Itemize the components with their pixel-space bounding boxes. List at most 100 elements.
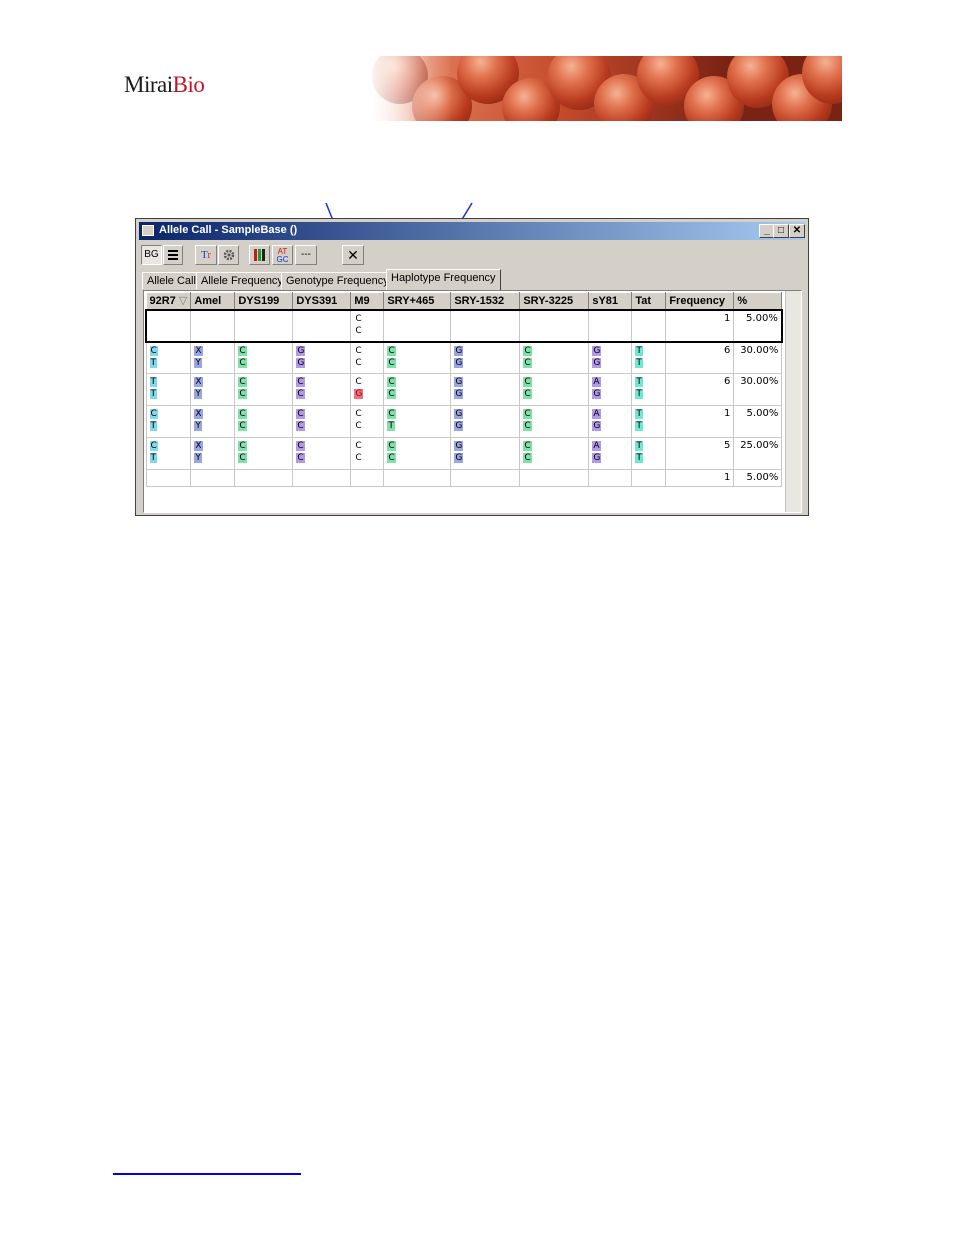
allele-cell[interactable] <box>234 308 294 343</box>
allele-cell[interactable]: TT <box>631 341 667 374</box>
allele-cell[interactable]: CT <box>383 405 452 438</box>
frequency-cell[interactable]: 6 <box>665 341 735 374</box>
allele-cell[interactable]: XY <box>190 373 236 406</box>
allele-cell[interactable]: CC <box>350 308 385 343</box>
allele-cell[interactable]: CC <box>292 405 352 438</box>
allele-cell[interactable]: CC <box>519 405 590 438</box>
color-bars-button[interactable] <box>249 245 270 265</box>
allele-cell[interactable] <box>631 469 667 487</box>
tab-haplotype-frequency[interactable]: Haplotype Frequency <box>386 269 501 290</box>
list-view-button[interactable] <box>163 245 183 265</box>
close-window-button[interactable]: ✕ <box>789 224 805 238</box>
sort-filter-icon[interactable]: ▽ <box>179 295 187 307</box>
allele-cell[interactable]: CC <box>234 341 294 374</box>
allele-cell[interactable] <box>145 308 192 343</box>
col-header-percent[interactable]: % <box>733 292 783 310</box>
col-header-amel[interactable]: Amel <box>190 292 236 310</box>
bg-toggle-button[interactable]: BG <box>141 245 162 265</box>
frequency-cell[interactable]: 6 <box>665 373 735 406</box>
percent-cell[interactable]: 30.00% <box>733 373 783 406</box>
allele-cell[interactable]: GG <box>450 405 521 438</box>
allele-cell[interactable]: CC <box>234 405 294 438</box>
allele-cell[interactable]: GG <box>450 341 521 374</box>
settings-button[interactable] <box>218 245 239 265</box>
allele-cell[interactable]: CC <box>383 437 452 470</box>
frequency-cell[interactable]: 1 <box>665 469 735 487</box>
allele-cell[interactable] <box>190 308 236 343</box>
allele-cell[interactable]: GG <box>450 437 521 470</box>
col-header-dys199[interactable]: DYS199 <box>234 292 294 310</box>
col-header-sy81[interactable]: sY81 <box>588 292 633 310</box>
maximize-button[interactable]: □ <box>773 224 789 238</box>
table-row[interactable]: T T X Y C C C C C G C C G G C C A G T T 6 30.00% <box>145 373 783 406</box>
allele-cell[interactable] <box>383 469 452 487</box>
allele-cell[interactable] <box>292 469 352 487</box>
table-row[interactable]: 1 5.00% <box>145 469 783 487</box>
frequency-cell[interactable]: 1 <box>665 308 735 343</box>
allele-cell[interactable]: CC <box>383 373 452 406</box>
percent-cell[interactable]: 30.00% <box>733 341 783 374</box>
tab-genotype-frequency[interactable]: Genotype Frequency <box>281 272 394 289</box>
font-style-button[interactable]: Tr <box>195 245 217 265</box>
allele-cell[interactable] <box>350 469 385 487</box>
table-row[interactable]: C T X Y C C C C C C C C G G C C A G T T 5 25.00% <box>145 437 783 470</box>
frequency-cell[interactable]: 1 <box>665 405 735 438</box>
allele-cell[interactable]: CC <box>234 437 294 470</box>
allele-cell[interactable] <box>234 469 294 487</box>
percent-cell[interactable]: 5.00% <box>733 308 783 343</box>
percent-cell[interactable]: 5.00% <box>733 405 783 438</box>
allele-cell[interactable] <box>450 469 521 487</box>
allele-cell[interactable] <box>450 308 521 343</box>
allele-cell[interactable]: CT <box>145 405 192 438</box>
allele-cell[interactable]: XY <box>190 437 236 470</box>
allele-cell[interactable] <box>631 308 667 343</box>
allele-cell[interactable]: CC <box>350 405 385 438</box>
allele-cell[interactable]: CC <box>350 437 385 470</box>
allele-cell[interactable]: AG <box>588 437 633 470</box>
percent-cell[interactable]: 25.00% <box>733 437 783 470</box>
allele-cell[interactable]: CC <box>292 437 352 470</box>
window-app-icon[interactable] <box>142 225 154 236</box>
table-row[interactable]: C C 1 5.00% <box>145 308 783 343</box>
tab-allele-frequency[interactable]: Allele Frequency <box>196 272 288 289</box>
allele-cell[interactable]: TT <box>631 437 667 470</box>
allele-cell[interactable]: AG <box>588 373 633 406</box>
allele-cell[interactable]: TT <box>145 373 192 406</box>
allele-cell[interactable]: TT <box>631 405 667 438</box>
col-header-tat[interactable]: Tat <box>631 292 667 310</box>
title-bar[interactable]: Allele Call - SampleBase () _ □ ✕ <box>139 222 805 240</box>
col-header-dys391[interactable]: DYS391 <box>292 292 352 310</box>
col-header-sry465[interactable]: SRY+465 <box>383 292 452 310</box>
allele-cell[interactable]: XY <box>190 341 236 374</box>
allele-cell[interactable]: XY <box>190 405 236 438</box>
table-row[interactable]: C T X Y C C G G C C C C G G C C G G T T 6 30.00% <box>145 341 783 374</box>
allele-cell[interactable]: GG <box>450 373 521 406</box>
allele-cell[interactable]: CT <box>145 437 192 470</box>
allele-cell[interactable]: CC <box>519 341 590 374</box>
allele-cell[interactable] <box>190 469 236 487</box>
col-header-sry3225[interactable]: SRY-3225 <box>519 292 590 310</box>
close-table-button[interactable]: ✕ <box>342 245 364 265</box>
percent-cell[interactable]: 5.00% <box>733 469 783 487</box>
col-header-m9[interactable]: M9 <box>350 292 385 310</box>
allele-cell[interactable]: CC <box>519 437 590 470</box>
allele-cell[interactable] <box>383 308 452 343</box>
allele-cell[interactable] <box>292 308 352 343</box>
allele-cell[interactable]: CC <box>519 373 590 406</box>
frequency-cell[interactable]: 5 <box>665 437 735 470</box>
allele-cell[interactable] <box>519 469 590 487</box>
allele-cell[interactable]: CT <box>145 341 192 374</box>
vertical-scrollbar[interactable] <box>785 291 801 512</box>
atgc-button[interactable]: AT GC <box>272 245 293 265</box>
allele-cell[interactable]: TT <box>631 373 667 406</box>
dash-button[interactable]: --- <box>295 245 317 265</box>
col-header-frequency[interactable]: Frequency <box>665 292 735 310</box>
allele-cell[interactable]: CC <box>383 341 452 374</box>
allele-cell[interactable]: CG <box>350 373 385 406</box>
tab-allele-call[interactable]: Allele Call <box>142 272 201 289</box>
allele-cell[interactable]: CC <box>350 341 385 374</box>
allele-cell[interactable] <box>588 308 633 343</box>
table-row[interactable]: C T X Y C C C C C C C T G G C C A G T T 1 5.00% <box>145 405 783 438</box>
col-header-sry1532[interactable]: SRY-1532 <box>450 292 521 310</box>
col-header-92r7[interactable]: 92R7 ▽ <box>145 292 192 310</box>
